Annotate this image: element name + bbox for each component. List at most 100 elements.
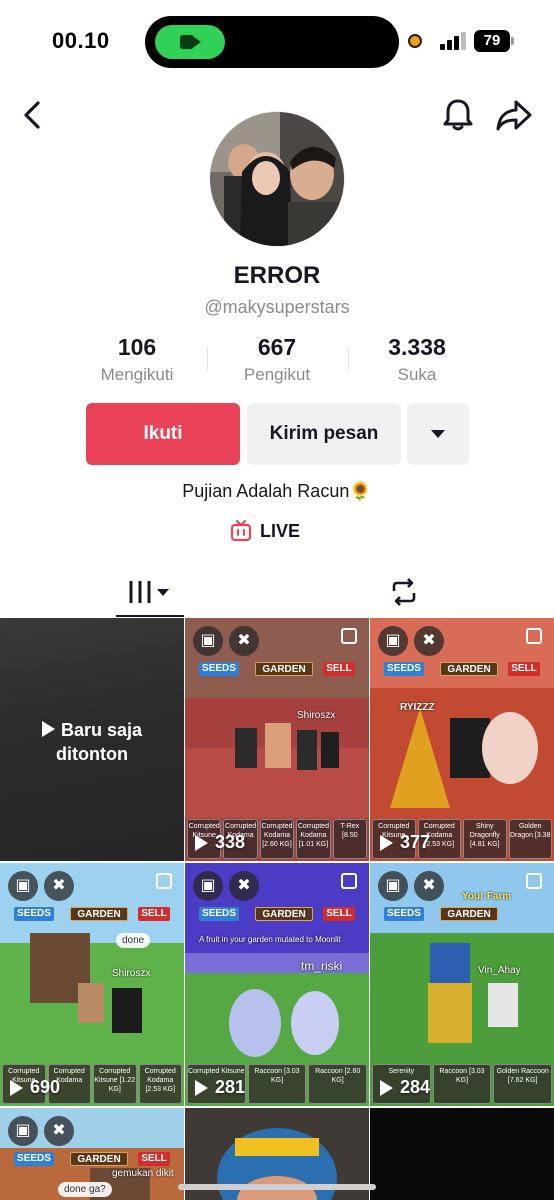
video-tile[interactable]: ▣ ✖ Your Farm SEEDS GARDEN Vin_Ahay Sere… [370,863,554,1106]
chat-bubble: done [116,933,151,948]
backpack-icon: ▣ [193,871,223,901]
seeds-tag: SEEDS [14,907,54,921]
seeds-tag: SEEDS [14,1152,54,1166]
battery-tip [511,37,514,45]
caret-down-icon [431,430,445,438]
likes-count: 3.338 [388,334,446,360]
following-label: Mengikuti [100,365,174,384]
play-icon [10,1079,23,1096]
video-tile[interactable]: ▣ ✖ SEEDS GARDEN SELL A fruit in your ga… [185,863,369,1106]
content-tabs [0,566,554,618]
player-name: Vin_Ahay [478,965,521,976]
view-count: 338 [195,832,245,853]
live-link[interactable]: LIVE [230,518,300,544]
video-tile[interactable]: ▣ ✖ SEEDS GARDEN SELL gemukan dikit done… [0,1108,184,1200]
chat-bubble: done ga? [58,1182,112,1197]
tools-icon: ✖ [229,871,259,901]
backpack-icon: ▣ [378,871,408,901]
seeds-tag: SEEDS [384,907,424,921]
tools-icon: ✖ [414,626,444,656]
cellular-signal-icon [440,32,466,50]
video-tile[interactable]: ▣ ✖ SEEDS GARDEN SELL done Shiroszx Corr… [0,863,184,1106]
seeds-tag: SEEDS [384,662,424,676]
stat-likes[interactable]: 3.338 Suka [347,334,487,385]
recently-watched-label: Baru saja ditonton [0,718,184,766]
repost-icon [392,578,416,606]
garden-tag: GARDEN [255,662,313,676]
status-bar: 00.10 79 [0,0,554,84]
player-name: Shiroszx [112,968,151,979]
tab-active-indicator [116,615,184,617]
tools-icon: ✖ [44,1116,74,1146]
status-time: 00.10 [52,28,110,53]
more-options-button[interactable] [407,403,469,465]
video-tile-recently-watched[interactable]: Baru saja ditonton [0,618,184,861]
garden-tag: GARDEN [70,1152,128,1166]
multi-photo-icon [341,873,357,889]
seeds-tag: SEEDS [199,907,239,921]
followers-count: 667 [257,334,297,360]
sell-tag: SELL [138,1152,170,1166]
followers-label: Pengikut [243,365,311,384]
bell-icon[interactable] [440,96,476,134]
sell-tag: SELL [138,907,170,921]
view-count: 281 [195,1077,245,1098]
player-name: tm_riski [301,959,343,973]
farm-label: Your Farm [462,891,512,902]
backpack-icon: ▣ [8,1116,38,1146]
follow-button[interactable]: Ikuti [86,403,240,465]
backpack-icon: ▣ [8,871,38,901]
sell-tag: SELL [508,662,540,676]
garden-tag: GARDEN [255,907,313,921]
stat-following[interactable]: 106 Mengikuti [67,334,207,385]
tools-icon: ✖ [44,871,74,901]
share-icon[interactable] [494,96,534,134]
message-button[interactable]: Kirim pesan [247,403,401,465]
view-count: 377 [380,832,430,853]
chat-text: gemukan dikit [112,1168,174,1179]
multi-photo-icon [341,628,357,644]
garden-tag: GARDEN [70,907,128,921]
play-icon [195,834,208,851]
video-tile[interactable]: ▣ ✖ SEEDS GARDEN SELL Shiroszx Corrupted… [185,618,369,861]
video-tile[interactable]: ▣ ✖ SEEDS GARDEN SELL RYIZZZ Corrupted K… [370,618,554,861]
privacy-indicator-dot [408,34,422,48]
video-camera-icon [180,35,201,49]
live-tv-icon [230,520,252,542]
likes-label: Suka [397,365,437,384]
following-count: 106 [117,334,157,360]
backpack-icon: ▣ [378,626,408,656]
tools-icon: ✖ [414,871,444,901]
video-tile[interactable] [370,1108,554,1200]
profile-stats: 106 Mengikuti 667 Pengikut 3.338 Suka [60,334,494,388]
multi-photo-icon [156,873,172,889]
player-name: RYIZZZ [400,702,435,713]
live-label: LIVE [260,520,301,541]
play-icon [380,834,393,851]
view-count: 284 [380,1077,430,1098]
bio: Pujian Adalah Racun🌻 [182,481,372,501]
tools-icon: ✖ [229,626,259,656]
back-arrow-icon[interactable] [18,98,48,132]
stat-followers[interactable]: 667 Pengikut [207,334,347,385]
video-grid: Baru saja ditonton ▣ ✖ SEEDS GARDEN SELL… [0,618,554,1200]
tab-reposts[interactable] [370,566,438,618]
facetime-indicator[interactable] [155,25,225,59]
tab-videos[interactable] [116,566,184,618]
play-icon [380,1079,393,1096]
sell-tag: SELL [323,907,355,921]
player-name: Shiroszx [297,710,336,721]
dynamic-island[interactable] [145,16,399,68]
garden-tag: GARDEN [440,662,498,676]
home-indicator[interactable] [178,1184,376,1190]
avatar[interactable] [209,111,345,247]
username: @makysuperstars [204,297,350,317]
garden-tag: GARDEN [440,907,498,921]
sell-tag: SELL [323,662,355,676]
view-count: 690 [10,1077,60,1098]
mutation-notice: A fruit in your garden mutated to Moonli… [199,935,341,944]
grid-icon [129,581,169,603]
play-icon [41,721,55,737]
battery-icon: 79 [474,30,510,52]
seeds-tag: SEEDS [199,662,239,676]
